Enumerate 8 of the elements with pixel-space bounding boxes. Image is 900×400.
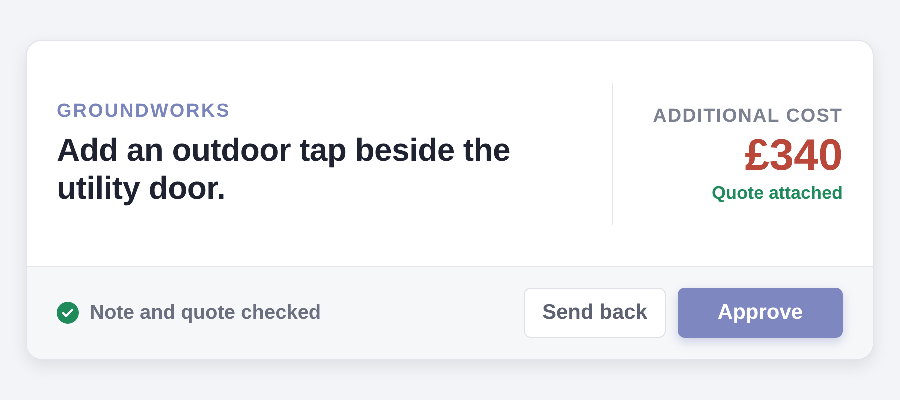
approve-button[interactable]: Approve: [678, 288, 843, 338]
cost-label: ADDITIONAL COST: [652, 104, 843, 128]
send-back-button[interactable]: Send back: [524, 288, 666, 338]
category-label: GROUNDWORKS: [57, 100, 232, 122]
cost-amount: £340: [744, 130, 843, 182]
status-label: Note and quote checked: [90, 302, 322, 324]
quote-note: Quote attached: [710, 182, 843, 204]
request-title: Add an outdoor tap beside the utility door.: [57, 130, 512, 206]
